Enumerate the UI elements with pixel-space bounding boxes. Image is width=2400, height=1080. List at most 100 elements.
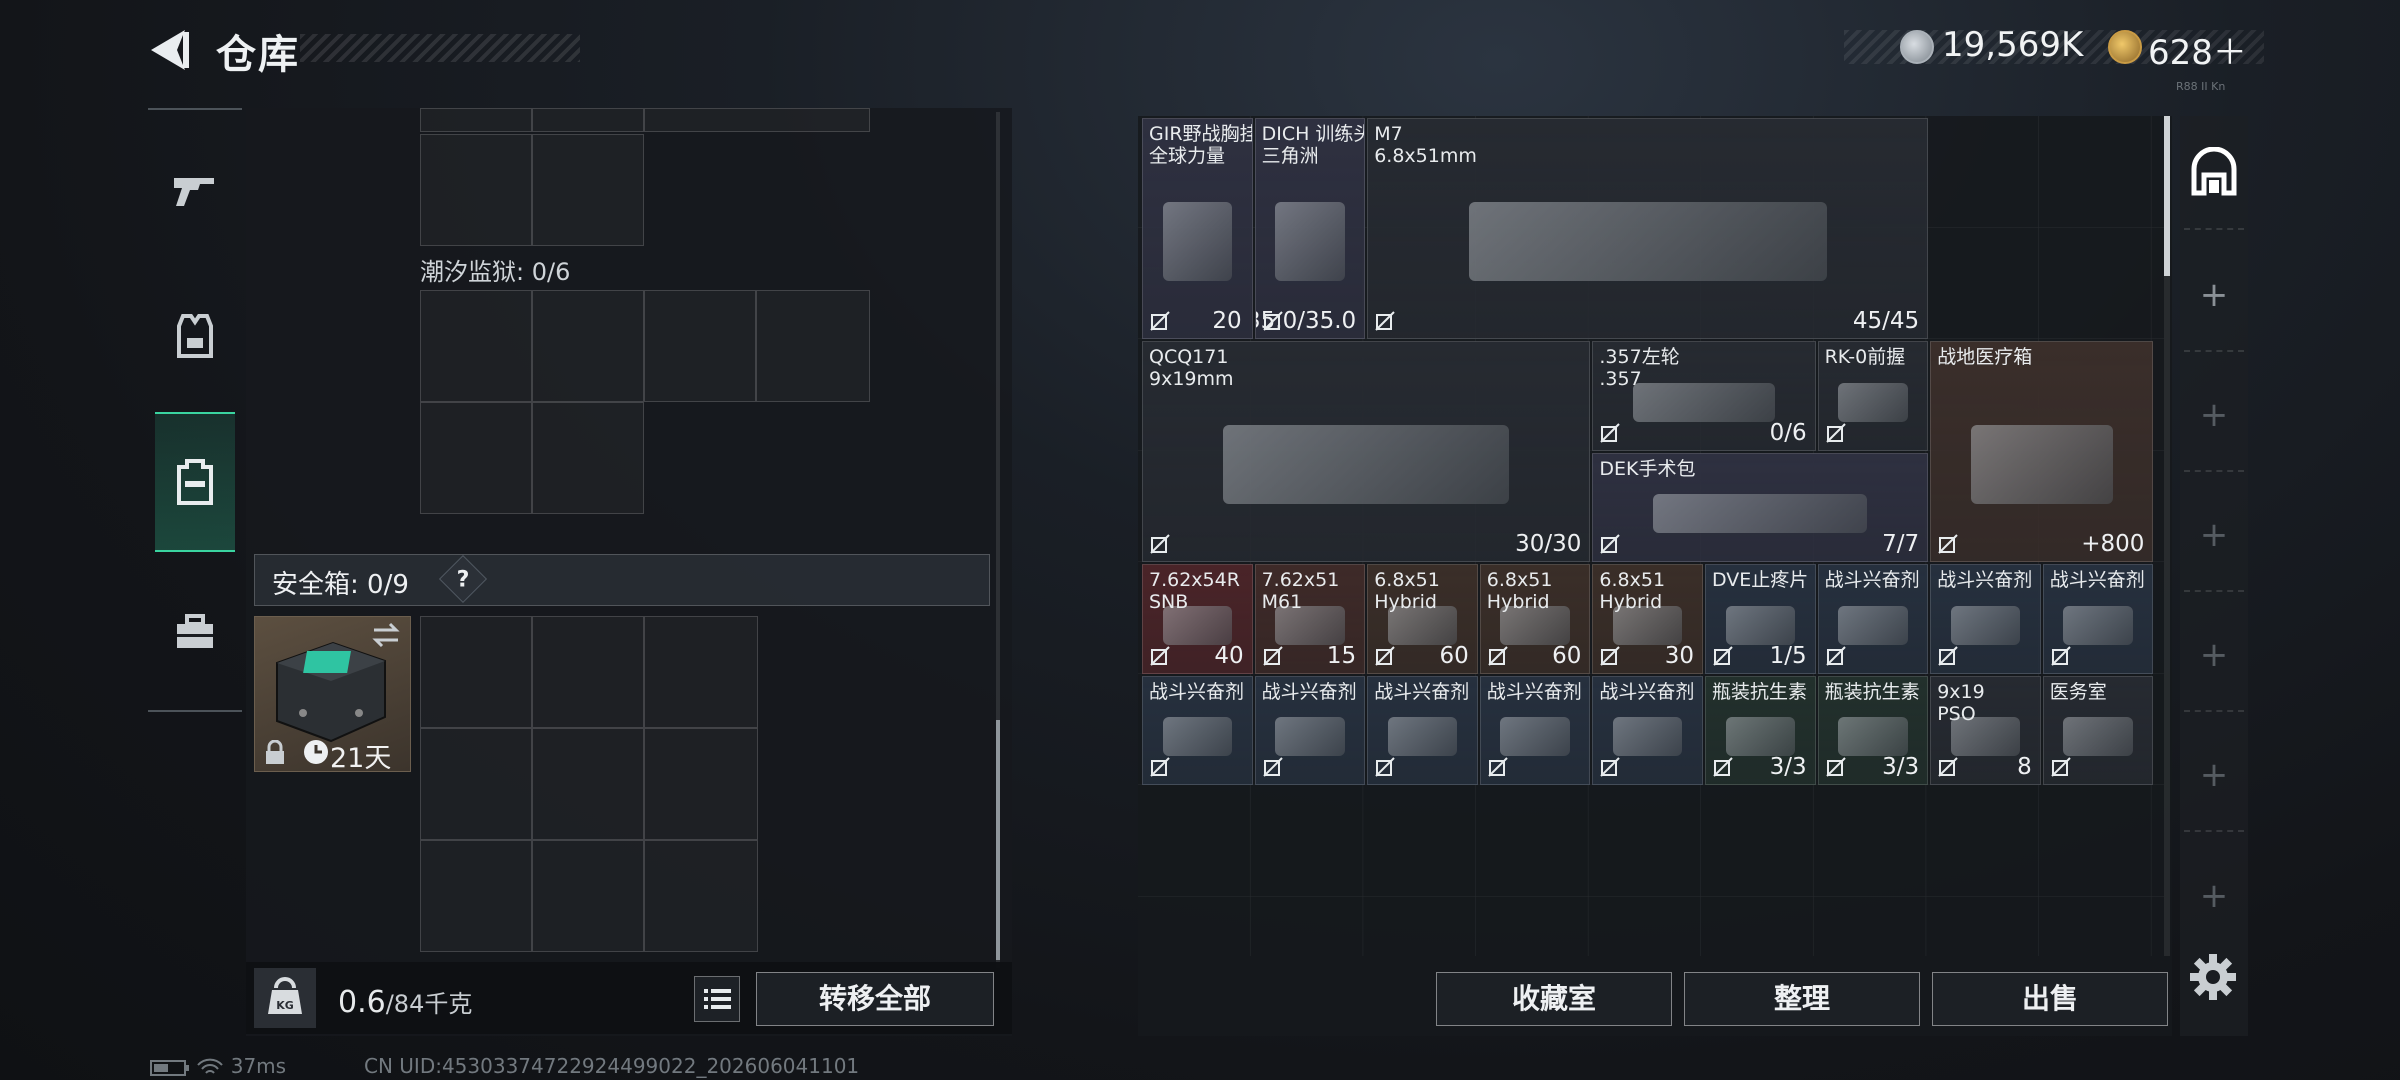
safebox-slot[interactable] <box>420 616 532 728</box>
safebox-slot[interactable] <box>644 728 758 840</box>
warehouse-item[interactable]: 战斗兴奋剂 <box>1479 675 1591 785</box>
backpack-slot[interactable] <box>420 290 532 402</box>
backpack-slot[interactable] <box>420 108 532 132</box>
warehouse-item[interactable]: 6.8x51 Hybrid 30 <box>1592 564 1703 674</box>
backpack-slot[interactable] <box>420 134 532 246</box>
list-icon <box>704 989 731 1009</box>
item-name: QCQ171 9x19mm <box>1149 346 1234 390</box>
warehouse-item[interactable]: 战斗兴奋剂 <box>2042 564 2154 674</box>
list-view-button[interactable] <box>694 976 740 1022</box>
no-insure-icon <box>2051 645 2071 666</box>
category-safebox[interactable] <box>155 572 235 692</box>
backpack-slot[interactable] <box>420 402 532 514</box>
no-insure-icon <box>1375 757 1395 777</box>
warehouse-item[interactable]: 战斗兴奋剂 <box>1592 675 1703 785</box>
no-insure-icon <box>1150 534 1170 554</box>
item-image <box>1275 202 1345 282</box>
warehouse-item[interactable]: 战斗兴奋剂 <box>1367 675 1478 785</box>
item-count: 7/7 <box>1882 531 1920 557</box>
item-name: 6.8x51 Hybrid <box>1599 569 1666 613</box>
warehouse-tab-main[interactable] <box>2184 118 2244 230</box>
gold-coin-icon <box>2108 30 2142 64</box>
backpack-slot[interactable] <box>756 290 870 402</box>
backpack-icon <box>177 459 213 505</box>
safebox-slot[interactable] <box>420 728 532 840</box>
sell-button[interactable]: 出售 <box>1932 972 2168 1026</box>
backpack-slot[interactable] <box>644 290 756 402</box>
item-name: DVE止疼片 <box>1712 569 1809 591</box>
item-name: DICH 训练头盔 三角洲 <box>1261 123 1365 167</box>
item-name: 瓶装抗生素 <box>1712 680 1808 703</box>
weight-max: /84千克 <box>385 990 473 1018</box>
warehouse-item[interactable]: 瓶装抗生素 3/3 <box>1705 675 1816 785</box>
backpack-slot[interactable] <box>532 108 644 132</box>
warehouse-item[interactable]: 6.8x51 Hybrid 60 <box>1367 564 1478 674</box>
safebox-slot[interactable] <box>644 616 758 728</box>
item-image <box>1653 494 1868 534</box>
warehouse-tab-add[interactable]: + <box>2184 240 2244 352</box>
item-durability: 20 <box>1212 308 1242 334</box>
no-insure-icon <box>2051 757 2071 777</box>
item-image <box>2063 717 2133 757</box>
item-image <box>1223 425 1510 505</box>
warehouse-item[interactable]: RK-0前握 <box>1817 341 1929 451</box>
backpack-slot[interactable] <box>644 108 870 132</box>
item-name: 医务室 <box>2049 680 2107 703</box>
safebox-slot[interactable] <box>532 616 644 728</box>
warehouse-item[interactable]: DICH 训练头盔 三角洲35.0/35.0 <box>1254 118 1366 339</box>
item-name: 战斗兴奋剂 <box>1824 569 1920 591</box>
backpack-slot[interactable] <box>532 134 644 246</box>
warehouse-item[interactable]: 医务室 <box>2042 675 2154 785</box>
warehouse-item[interactable]: GIR野战胸挂 全球力量 20 <box>1142 118 1253 339</box>
safebox-slot[interactable] <box>420 840 532 952</box>
warehouse-item[interactable]: 战斗兴奋剂 <box>1254 675 1366 785</box>
organize-button[interactable]: 整理 <box>1684 972 1920 1026</box>
category-backpack[interactable] <box>155 412 235 552</box>
warehouse-tab-add[interactable]: + <box>2184 360 2244 472</box>
armor-vest-icon <box>177 314 213 358</box>
warehouse-item[interactable]: 9x19 PSO 8 <box>1930 675 2041 785</box>
item-count: 60 <box>1439 642 1469 669</box>
no-insure-icon <box>1938 645 1958 666</box>
warehouse-tab-add[interactable]: + <box>2184 600 2244 712</box>
warehouse-item[interactable]: DEK手术包 7/7 <box>1592 452 1929 562</box>
warehouse-item[interactable]: 战斗兴奋剂 <box>1142 675 1253 785</box>
warehouse-item[interactable]: .357左轮 .357 0/6 <box>1592 341 1816 451</box>
backpack-slot[interactable] <box>532 402 644 514</box>
warehouse-tab-add[interactable]: + <box>2184 840 2244 952</box>
item-name: 7.62x51 M61 <box>1261 569 1340 613</box>
warehouse-item[interactable]: 战斗兴奋剂 <box>1817 564 1929 674</box>
backpack-scroll-thumb[interactable] <box>996 720 1000 960</box>
back-arrow-icon[interactable] <box>145 26 193 74</box>
item-count: 8 <box>2017 754 2032 780</box>
item-count: 3/3 <box>1882 754 1920 780</box>
warehouse-item[interactable]: 7.62x54R SNB 40 <box>1142 564 1253 674</box>
item-image <box>2063 605 2133 645</box>
safebox-slot[interactable] <box>644 840 758 952</box>
collection-room-button[interactable]: 收藏室 <box>1436 972 1672 1026</box>
warehouse-item[interactable]: 战斗兴奋剂 <box>1930 564 2041 674</box>
transfer-all-button[interactable]: 转移全部 <box>756 972 994 1026</box>
warehouse-tab-add[interactable]: + <box>2184 480 2244 592</box>
category-weapons[interactable] <box>155 130 235 250</box>
gold-amount[interactable]: 628＋ <box>2148 25 2247 74</box>
warehouse-item[interactable]: 7.62x51 M61 15 <box>1254 564 1366 674</box>
warehouse-item[interactable]: 6.8x51 Hybrid 60 <box>1479 564 1591 674</box>
page-title: 仓库 <box>216 32 300 78</box>
warehouse-scroll-thumb[interactable] <box>2164 116 2170 276</box>
no-insure-icon <box>1713 757 1733 777</box>
warehouse-item[interactable]: QCQ171 9x19mm 30/30 <box>1142 341 1591 562</box>
warehouse-item[interactable]: DVE止疼片 1/5 <box>1705 564 1816 674</box>
safebox-slot[interactable] <box>532 728 644 840</box>
safebox-slot[interactable] <box>532 840 644 952</box>
category-armor[interactable] <box>155 276 235 396</box>
warehouse-item[interactable]: 战地医疗箱 +800 <box>1930 341 2154 562</box>
gear-icon[interactable] <box>2186 950 2240 1004</box>
warehouse-item[interactable]: M7 6.8x51mm 45/45 <box>1367 118 1929 339</box>
swap-icon[interactable] <box>370 622 402 648</box>
warehouse-item[interactable]: 瓶装抗生素 3/3 <box>1817 675 1929 785</box>
silver-amount: 19,569K <box>1942 25 2084 65</box>
warehouse-tab-add[interactable]: + <box>2184 720 2244 832</box>
no-insure-icon <box>1938 534 1958 554</box>
backpack-slot[interactable] <box>532 290 644 402</box>
